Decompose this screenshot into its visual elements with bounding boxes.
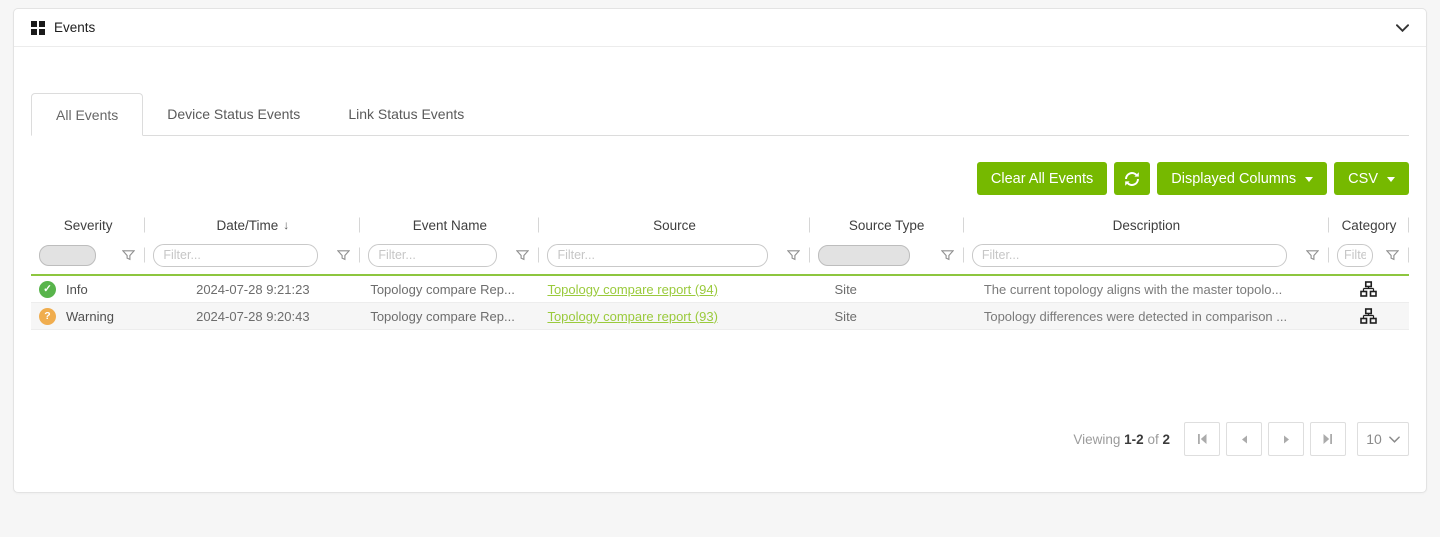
viewing-total: 2 — [1162, 432, 1170, 447]
column-header-category[interactable]: Category — [1329, 214, 1409, 236]
sort-desc-icon: ↓ — [283, 218, 289, 232]
next-page-button[interactable] — [1268, 422, 1304, 456]
page-size-select[interactable]: 10 — [1357, 422, 1409, 456]
tab-device-status-events[interactable]: Device Status Events — [143, 92, 324, 135]
category-cell — [1329, 303, 1409, 329]
source-link[interactable]: Topology compare report (93) — [547, 309, 718, 324]
tab-bar: All Events Device Status Events Link Sta… — [31, 92, 1409, 136]
datetime-cell: 2024-07-28 9:20:43 — [145, 303, 360, 329]
pager-buttons — [1184, 422, 1346, 456]
filter-cell-category — [1329, 236, 1409, 274]
chevron-down-icon — [1305, 177, 1313, 182]
viewing-range: 1-2 — [1124, 432, 1144, 447]
datetime-cell: 2024-07-28 9:21:23 — [145, 276, 360, 302]
chevron-down-icon — [1389, 436, 1400, 443]
check-circle-icon: ✓ — [39, 281, 56, 298]
last-page-button[interactable] — [1310, 422, 1346, 456]
table-row[interactable]: ? Warning 2024-07-28 9:20:43 Topology co… — [31, 303, 1409, 330]
table-filter-row — [31, 236, 1409, 274]
refresh-icon — [1124, 171, 1140, 187]
filter-cell-event-name — [360, 236, 539, 274]
category-cell — [1329, 276, 1409, 302]
question-circle-icon: ? — [39, 308, 56, 325]
funnel-icon[interactable] — [122, 249, 135, 262]
filter-cell-description — [964, 236, 1329, 274]
source-link[interactable]: Topology compare report (94) — [547, 282, 718, 297]
page-size-value: 10 — [1366, 431, 1382, 447]
topology-icon — [1360, 308, 1377, 325]
event-name-filter-input[interactable] — [368, 244, 497, 267]
filter-cell-datetime — [145, 236, 360, 274]
first-page-button[interactable] — [1184, 422, 1220, 456]
funnel-icon[interactable] — [941, 249, 954, 262]
table-row[interactable]: ✓ Info 2024-07-28 9:21:23 Topology compa… — [31, 276, 1409, 303]
events-table: Severity Date/Time ↓ Event Name Source S… — [31, 214, 1409, 330]
description-filter-input[interactable] — [972, 244, 1287, 267]
source-cell: Topology compare report (93) — [539, 303, 809, 329]
topology-icon — [1360, 281, 1377, 298]
severity-cell: ✓ Info — [31, 276, 145, 302]
funnel-icon[interactable] — [1306, 249, 1319, 262]
tab-link-status-events[interactable]: Link Status Events — [324, 92, 488, 135]
column-header-event-name[interactable]: Event Name — [360, 214, 539, 236]
filter-cell-source-type — [810, 236, 964, 274]
column-header-datetime[interactable]: Date/Time ↓ — [145, 214, 360, 236]
source-type-cell: Site — [810, 276, 964, 302]
severity-cell: ? Warning — [31, 303, 145, 329]
source-type-cell: Site — [810, 303, 964, 329]
grid-icon — [31, 21, 45, 35]
funnel-icon[interactable] — [337, 249, 350, 262]
severity-filter-select — [39, 245, 96, 266]
chevron-down-icon — [1387, 177, 1395, 182]
event-name-cell: Topology compare Rep... — [360, 303, 539, 329]
csv-label: CSV — [1348, 171, 1378, 187]
severity-label: Warning — [66, 309, 114, 324]
source-cell: Topology compare report (94) — [539, 276, 809, 302]
funnel-icon[interactable] — [1386, 249, 1399, 262]
column-header-source[interactable]: Source — [539, 214, 809, 236]
category-filter-input[interactable] — [1337, 244, 1373, 267]
panel-title: Events — [54, 20, 95, 35]
csv-button[interactable]: CSV — [1334, 162, 1409, 195]
refresh-button[interactable] — [1114, 162, 1150, 195]
panel-body: All Events Device Status Events Link Sta… — [14, 92, 1426, 537]
column-header-source-type[interactable]: Source Type — [810, 214, 964, 236]
column-header-description[interactable]: Description — [964, 214, 1329, 236]
toolbar: Clear All Events Displayed Columns CSV — [31, 162, 1409, 195]
funnel-icon[interactable] — [516, 249, 529, 262]
tab-all-events[interactable]: All Events — [31, 93, 143, 136]
description-cell: Topology differences were detected in co… — [964, 303, 1329, 329]
source-type-filter-select — [818, 245, 910, 266]
filter-cell-severity — [31, 236, 145, 274]
column-header-severity[interactable]: Severity — [31, 214, 145, 236]
source-filter-input[interactable] — [547, 244, 767, 267]
collapse-chevron-icon[interactable] — [1396, 24, 1409, 32]
datetime-filter-input[interactable] — [153, 244, 318, 267]
displayed-columns-label: Displayed Columns — [1171, 171, 1296, 187]
clear-all-events-button[interactable]: Clear All Events — [977, 162, 1107, 195]
prev-page-button[interactable] — [1226, 422, 1262, 456]
event-name-cell: Topology compare Rep... — [360, 276, 539, 302]
severity-label: Info — [66, 282, 88, 297]
funnel-icon[interactable] — [787, 249, 800, 262]
table-header-row: Severity Date/Time ↓ Event Name Source S… — [31, 214, 1409, 236]
panel-header: Events — [14, 9, 1426, 47]
displayed-columns-button[interactable]: Displayed Columns — [1157, 162, 1327, 195]
viewing-status: Viewing 1-2 of 2 — [1073, 432, 1170, 447]
description-cell: The current topology aligns with the mas… — [964, 276, 1329, 302]
events-panel: Events All Events Device Status Events L… — [13, 8, 1427, 493]
pagination: Viewing 1-2 of 2 — [1073, 422, 1409, 456]
filter-cell-source — [539, 236, 809, 274]
